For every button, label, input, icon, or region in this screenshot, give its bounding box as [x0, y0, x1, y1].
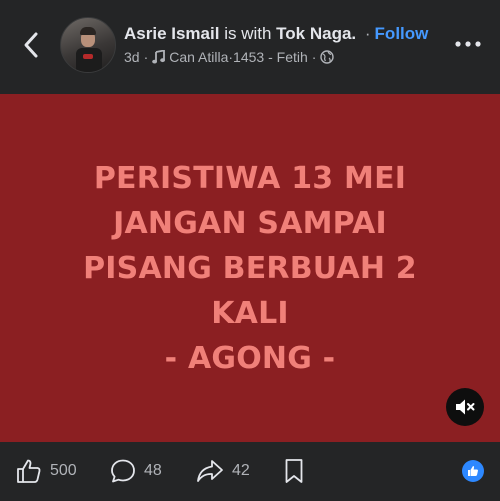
- post-text-card[interactable]: PERISTIWA 13 MEI JANGAN SAMPAI PISANG BE…: [0, 94, 500, 442]
- like-reaction-badge[interactable]: [462, 460, 484, 482]
- share-button[interactable]: 42: [196, 456, 250, 486]
- more-options-button[interactable]: [452, 32, 484, 56]
- music-note-icon: [152, 50, 166, 64]
- post-actions-bar: 500 48 42: [0, 442, 500, 501]
- with-text: is with: [224, 24, 272, 43]
- comment-count: 48: [144, 462, 162, 479]
- share-count: 42: [232, 462, 250, 479]
- tagged-name[interactable]: Tok Naga.: [276, 24, 356, 43]
- post-meta: 3d · Can Atilla·1453 - Fetih ·: [124, 48, 335, 66]
- author-avatar[interactable]: [60, 17, 116, 73]
- follow-button[interactable]: Follow: [375, 24, 429, 43]
- post-header: Asrie Ismail is with Tok Naga. · Follow 3…: [0, 0, 500, 94]
- bookmark-icon: [285, 459, 303, 483]
- meta-separator-2: ·: [311, 49, 317, 65]
- author-name[interactable]: Asrie Ismail: [124, 24, 219, 43]
- mute-button[interactable]: [446, 388, 484, 426]
- meta-separator: ·: [143, 49, 149, 65]
- speaker-muted-icon: [456, 399, 475, 415]
- thumbs-up-badge-icon: [468, 466, 478, 476]
- comment-button[interactable]: 48: [110, 456, 162, 486]
- post-line: KALI: [211, 296, 289, 331]
- like-button[interactable]: 500: [16, 456, 77, 486]
- post-line: PERISTIWA 13 MEI: [93, 161, 407, 196]
- save-button[interactable]: [284, 456, 304, 486]
- more-dots-icon: [455, 41, 481, 47]
- post-title-line: Asrie Ismail is with Tok Naga. · Follow: [124, 24, 428, 44]
- thumbs-up-icon: [17, 459, 41, 483]
- post-line: PISANG BERBUAH 2: [83, 251, 417, 286]
- separator-dot: ·: [364, 24, 371, 43]
- music-track[interactable]: Can Atilla·1453 - Fetih: [169, 48, 308, 66]
- like-count: 500: [50, 462, 77, 479]
- comment-icon: [111, 459, 135, 483]
- post-line: JANGAN SAMPAI: [113, 206, 387, 241]
- post-time[interactable]: 3d: [124, 48, 140, 66]
- post-text: PERISTIWA 13 MEI JANGAN SAMPAI PISANG BE…: [0, 156, 500, 381]
- back-button[interactable]: [14, 28, 48, 62]
- chevron-left-icon: [24, 32, 38, 58]
- globe-icon: [320, 50, 335, 64]
- share-icon: [197, 460, 223, 482]
- post-line: - AGONG -: [164, 341, 336, 376]
